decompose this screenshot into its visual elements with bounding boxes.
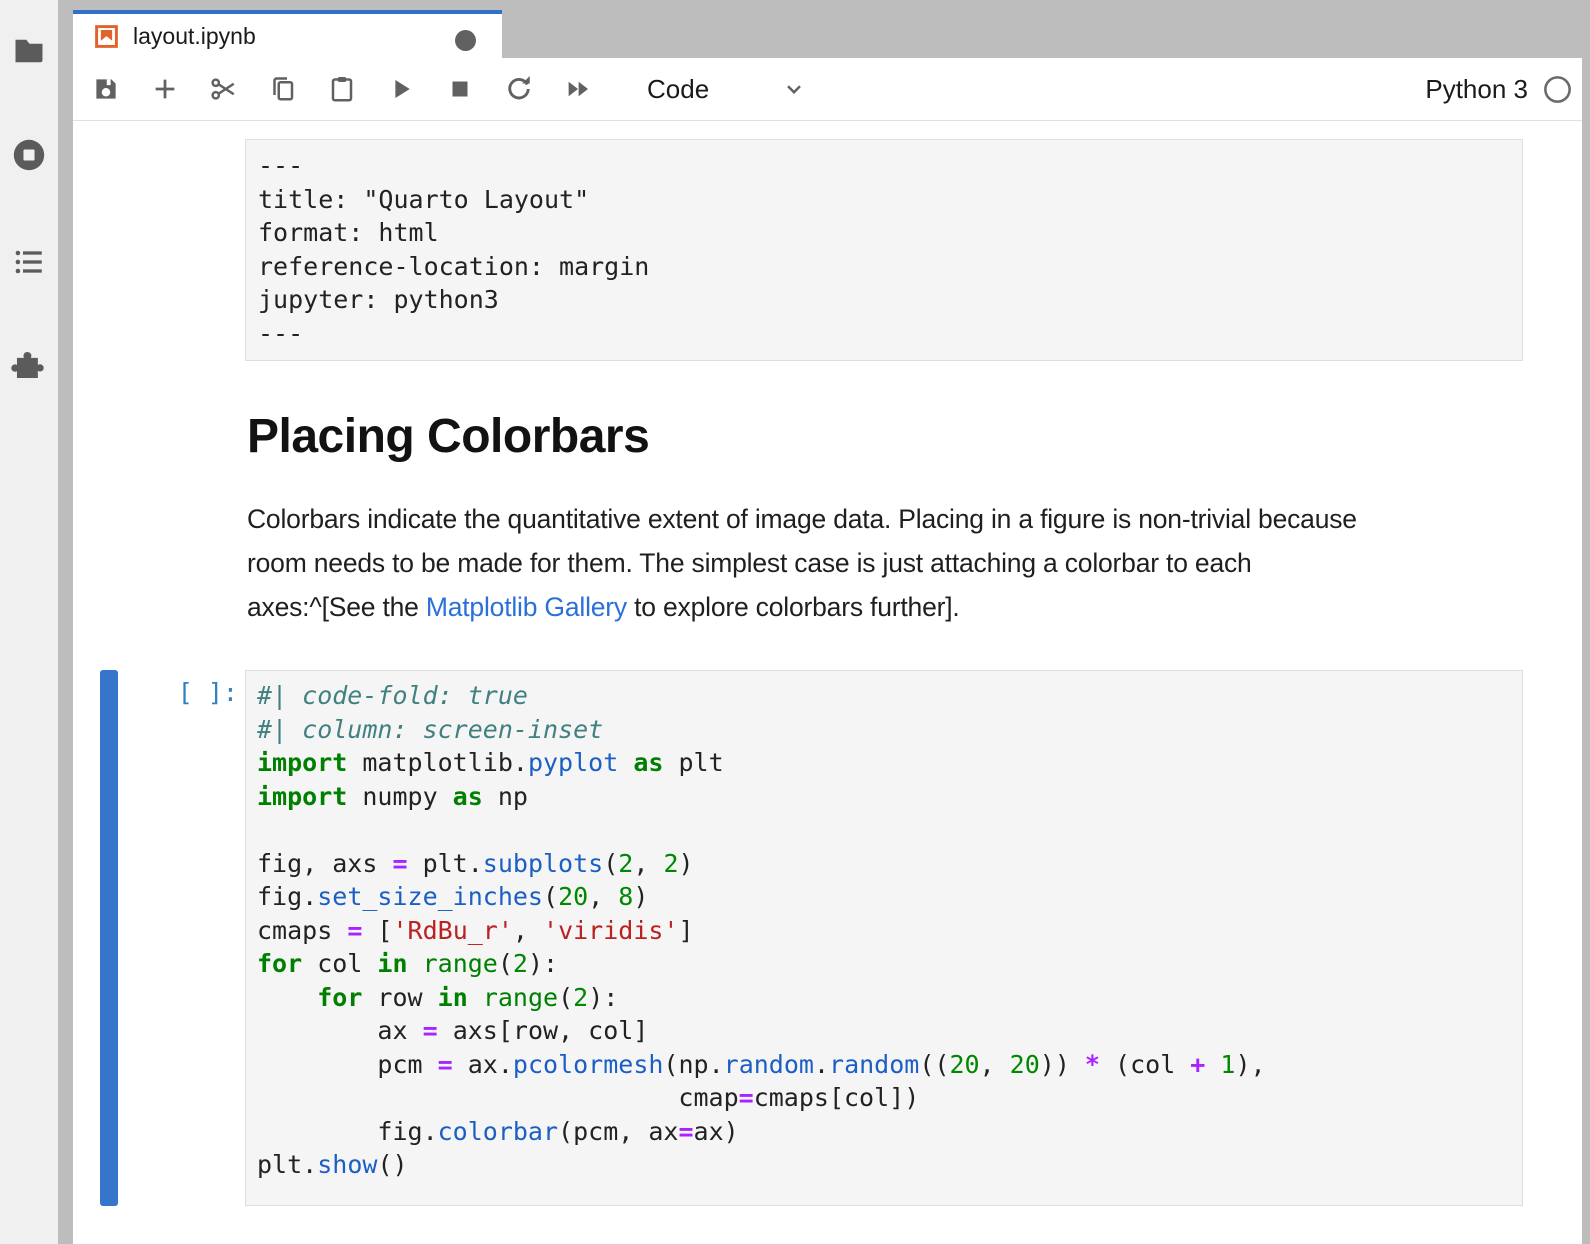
paste-cells-button[interactable] (327, 74, 357, 104)
paragraph-line: Colorbars indicate the quantitative exte… (247, 497, 1547, 541)
selected-cell-collapser[interactable] (100, 670, 118, 1206)
window-gutter-left (58, 0, 73, 1244)
restart-run-all-button[interactable] (563, 74, 593, 104)
interrupt-kernel-button[interactable] (445, 74, 475, 104)
save-button[interactable] (91, 74, 121, 104)
tab-bar: layout.ipynb (73, 0, 1582, 58)
copy-icon (268, 74, 298, 104)
insert-cell-button[interactable] (150, 74, 180, 104)
kernel-name[interactable]: Python 3 (1425, 74, 1528, 105)
plus-icon (150, 74, 180, 104)
left-activity-bar (0, 0, 58, 1244)
restart-icon (504, 74, 534, 104)
sidebar-item-file-browser[interactable] (0, 28, 58, 72)
kernel-area: Python 3 (1425, 74, 1582, 105)
sidebar-item-table-of-contents[interactable] (0, 240, 58, 284)
cell-type-value: Code (647, 74, 709, 105)
window-gutter-right (1582, 0, 1590, 1244)
jupyterlab-window: layout.ipynb (0, 0, 1590, 1244)
stop-icon (445, 74, 475, 104)
cell-type-dropdown[interactable]: Code (647, 74, 807, 105)
notebook-content: --- title: "Quarto Layout" format: html … (73, 121, 1582, 1244)
cell-input-prompt: [ ]: (113, 678, 238, 707)
markdown-heading: Placing Colorbars (247, 409, 649, 464)
paragraph-line: room needs to be made for them. The simp… (247, 541, 1547, 585)
sidebar-item-extension-manager[interactable] (0, 344, 58, 388)
folder-icon (11, 32, 47, 68)
matplotlib-gallery-link[interactable]: Matplotlib Gallery (426, 592, 627, 622)
markdown-paragraph: Colorbars indicate the quantitative exte… (247, 497, 1547, 629)
sidebar-item-running-kernels[interactable] (0, 133, 58, 177)
notebook-toolbar: Code Python 3 (73, 58, 1582, 121)
save-icon (91, 74, 121, 104)
notebook-icon (93, 23, 120, 50)
notebook-panel: layout.ipynb (73, 0, 1582, 1244)
fast-forward-icon (563, 74, 593, 104)
stop-circle-icon (10, 136, 48, 174)
puzzle-icon (10, 347, 48, 385)
code-cell-source[interactable]: #| code-fold: true #| column: screen-ins… (245, 670, 1523, 1206)
tab-layout-ipynb[interactable]: layout.ipynb (73, 10, 502, 58)
play-icon (386, 74, 416, 104)
raw-cell-source[interactable]: --- title: "Quarto Layout" format: html … (245, 139, 1523, 361)
copy-cells-button[interactable] (268, 74, 298, 104)
run-cell-button[interactable] (386, 74, 416, 104)
list-icon (11, 244, 47, 280)
paste-icon (327, 74, 357, 104)
kernel-idle-circle-icon (1542, 74, 1573, 105)
scissors-icon (209, 74, 239, 104)
paragraph-line: axes:^[See the Matplotlib Gallery to exp… (247, 585, 1547, 629)
tab-title: layout.ipynb (133, 23, 256, 50)
cut-cells-button[interactable] (209, 74, 239, 104)
restart-kernel-button[interactable] (504, 74, 534, 104)
chevron-down-icon (781, 76, 807, 102)
unsaved-changes-indicator (455, 30, 476, 51)
